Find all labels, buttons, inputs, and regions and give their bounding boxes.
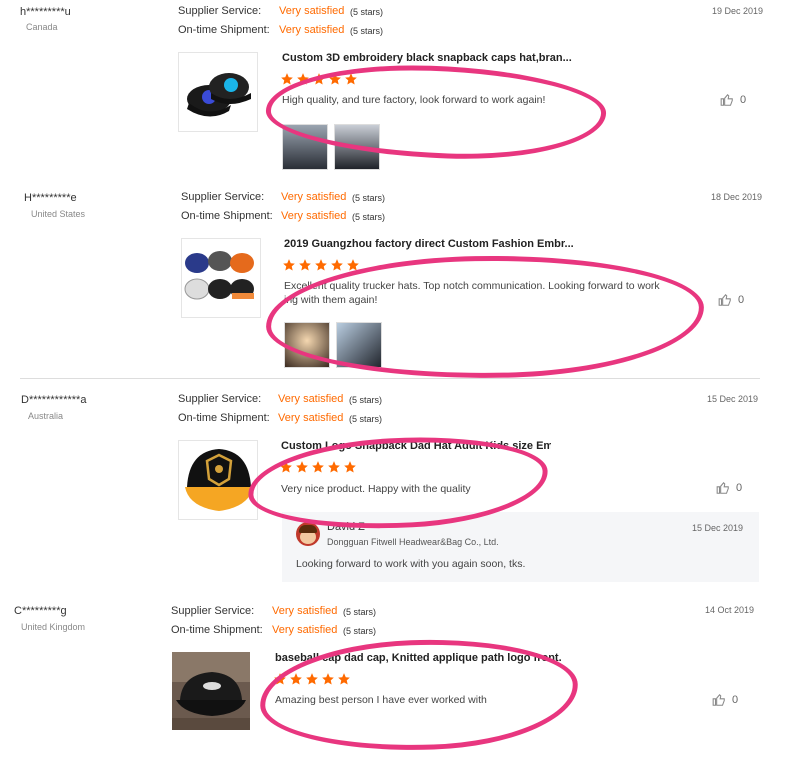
review-date: 19 Dec 2019 bbox=[712, 6, 764, 16]
reply-text: Looking forward to work with you again s… bbox=[296, 558, 526, 570]
review-date: 15 Dec 2019 bbox=[707, 394, 759, 404]
star-icon bbox=[331, 259, 343, 271]
buyer-name: C*********g bbox=[14, 605, 67, 617]
like-button[interactable]: 0 bbox=[712, 693, 738, 707]
supplier-service-stars: (5 stars) bbox=[350, 7, 384, 17]
product-title[interactable]: 2019 Guangzhou factory direct Custom Fas… bbox=[284, 238, 584, 250]
buyer-country: Canada bbox=[26, 22, 58, 32]
product-thumbnail[interactable] bbox=[178, 52, 258, 132]
ontime-shipment-value: Very satisfied bbox=[279, 24, 345, 36]
ontime-shipment-stars: (5 stars) bbox=[350, 26, 384, 36]
ontime-shipment-value: Very satisfied bbox=[281, 210, 347, 222]
cap-image bbox=[179, 53, 257, 131]
review-date: 14 Oct 2019 bbox=[705, 605, 755, 615]
supplier-service-stars: (5 stars) bbox=[343, 607, 377, 617]
like-button[interactable]: 0 bbox=[718, 293, 744, 307]
like-button[interactable]: 0 bbox=[720, 93, 746, 107]
ontime-shipment-label: On-time Shipment: bbox=[171, 624, 263, 636]
product-thumbnail[interactable] bbox=[172, 652, 250, 730]
supplier-service-label: Supplier Service: bbox=[178, 5, 262, 17]
ontime-shipment-stars: (5 stars) bbox=[349, 414, 383, 424]
supplier-service-label: Supplier Service: bbox=[181, 191, 265, 203]
supplier-service-value: Very satisfied bbox=[281, 191, 347, 203]
buyer-country: United States bbox=[31, 209, 86, 219]
like-button[interactable]: 0 bbox=[716, 481, 742, 495]
buyer-country: United Kingdom bbox=[21, 622, 86, 632]
reply-date: 15 Dec 2019 bbox=[692, 523, 744, 533]
like-count: 0 bbox=[740, 94, 747, 106]
avatar bbox=[296, 522, 320, 546]
buyer-name: h*********u bbox=[20, 6, 71, 18]
star-icon bbox=[283, 259, 295, 271]
buyer-country: Australia bbox=[28, 411, 64, 421]
like-count: 0 bbox=[738, 294, 745, 306]
supplier-service-value: Very satisfied bbox=[279, 5, 345, 17]
supplier-service-value: Very satisfied bbox=[272, 605, 338, 617]
thumbs-up-icon bbox=[712, 693, 725, 706]
cap-image bbox=[179, 441, 257, 519]
supplier-service-label: Supplier Service: bbox=[171, 605, 255, 617]
ontime-shipment-label: On-time Shipment: bbox=[178, 24, 270, 36]
star-icon bbox=[299, 259, 311, 271]
ontime-shipment-label: On-time Shipment: bbox=[178, 412, 270, 424]
reply-company[interactable]: Dongguan Fitwell Headwear&Bag Co., Ltd. bbox=[327, 537, 499, 547]
supplier-service-stars: (5 stars) bbox=[349, 395, 383, 405]
ontime-shipment-label: On-time Shipment: bbox=[181, 210, 273, 222]
thumbs-up-icon bbox=[720, 93, 733, 106]
buyer-name: D************a bbox=[21, 394, 87, 406]
supplier-service-label: Supplier Service: bbox=[178, 393, 262, 405]
divider bbox=[20, 378, 760, 379]
thumbs-up-icon bbox=[716, 481, 729, 494]
product-thumbnail[interactable] bbox=[178, 440, 258, 520]
supplier-service-value: Very satisfied bbox=[278, 393, 344, 405]
ontime-shipment-stars: (5 stars) bbox=[343, 626, 377, 636]
like-count: 0 bbox=[736, 482, 743, 494]
ontime-shipment-stars: (5 stars) bbox=[352, 212, 386, 222]
buyer-name: H*********e bbox=[24, 192, 77, 204]
review-date: 18 Dec 2019 bbox=[711, 192, 763, 202]
product-title[interactable]: Custom 3D embroidery black snapback caps… bbox=[282, 52, 582, 64]
cap-image bbox=[182, 239, 260, 317]
like-count: 0 bbox=[732, 694, 739, 706]
supplier-service-stars: (5 stars) bbox=[352, 193, 386, 203]
ontime-shipment-value: Very satisfied bbox=[278, 412, 344, 424]
product-thumbnail[interactable] bbox=[181, 238, 261, 318]
thumbs-up-icon bbox=[718, 293, 731, 306]
cap-image bbox=[172, 652, 250, 730]
ontime-shipment-value: Very satisfied bbox=[272, 624, 338, 636]
star-icon bbox=[315, 259, 327, 271]
